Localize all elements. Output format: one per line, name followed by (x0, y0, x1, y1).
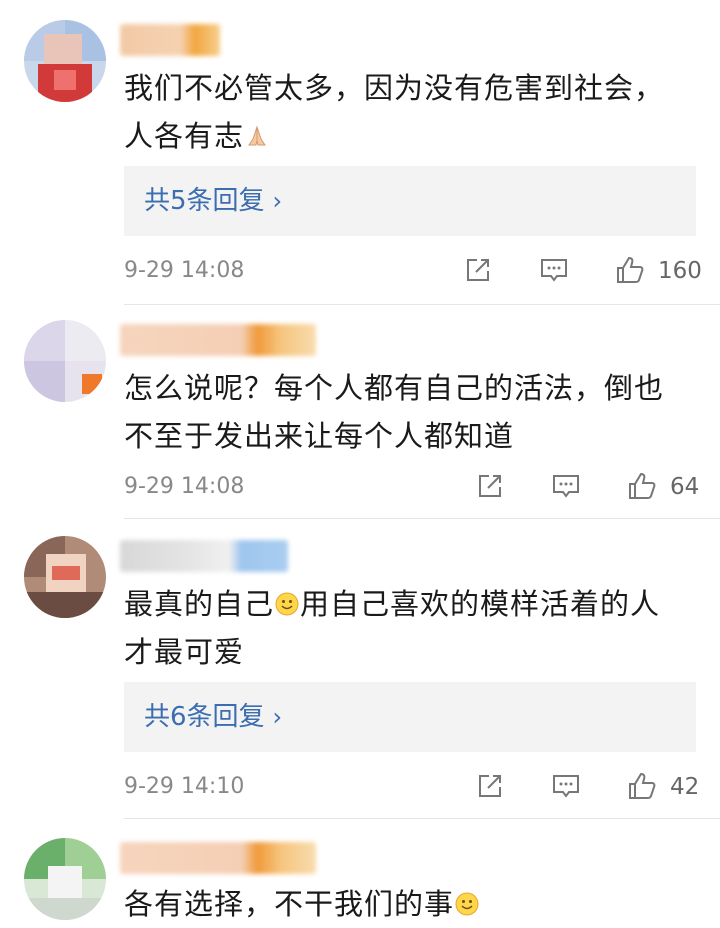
comment-text: 最真的自己 用自己喜欢的模样活着的人才最可爱 (124, 580, 684, 676)
like-count: 42 (670, 774, 700, 800)
avatar[interactable] (24, 536, 106, 618)
username-blurred[interactable] (120, 540, 288, 572)
comment-text-content: 怎么说呢？每个人都有自己的活法，倒也不至于发出来让每个人都知道 (124, 371, 665, 453)
divider (124, 304, 720, 305)
chevron-right-icon: › (272, 703, 283, 731)
divider (124, 518, 720, 519)
smile-emoji (274, 591, 300, 617)
like-count: 64 (670, 474, 700, 500)
avatar[interactable] (24, 20, 106, 102)
thumbs-up-icon[interactable] (614, 254, 646, 286)
username-blurred[interactable] (120, 324, 316, 356)
username-blurred[interactable] (120, 842, 316, 874)
view-replies-link[interactable]: 共6条回复 › (144, 698, 282, 736)
like-count: 160 (658, 258, 702, 284)
reply-count-label: 共6条回复 (144, 702, 265, 732)
view-replies-link[interactable]: 共5条回复 › (144, 182, 282, 220)
comment-text-before: 最真的自己 (124, 587, 275, 621)
share-icon[interactable] (474, 770, 506, 802)
thumbs-up-icon[interactable] (626, 770, 658, 802)
comment-text: 各有选择，不干我们的事 (124, 880, 684, 928)
comment-icon[interactable] (538, 254, 570, 286)
smile-emoji (454, 891, 480, 917)
comment-icon[interactable] (550, 770, 582, 802)
comment-icon[interactable] (550, 470, 582, 502)
share-icon[interactable] (462, 254, 494, 286)
comment-text-content: 各有选择，不干我们的事 (124, 887, 455, 921)
comment-meta: 9-29 14:08 160 (124, 254, 702, 290)
divider (124, 818, 720, 819)
username-blurred[interactable] (120, 24, 220, 56)
chevron-right-icon: › (272, 187, 283, 215)
comment-text: 我们不必管太多，因为没有危害到社会，人各有志 (124, 64, 684, 160)
comment-text: 怎么说呢？每个人都有自己的活法，倒也不至于发出来让每个人都知道 (124, 364, 684, 460)
timestamp: 9-29 14:08 (124, 258, 245, 283)
avatar[interactable] (24, 838, 106, 920)
reply-summary[interactable]: 共6条回复 › (124, 682, 696, 752)
reply-count-label: 共5条回复 (144, 186, 265, 216)
timestamp: 9-29 14:08 (124, 474, 245, 499)
comment-text-content: 我们不必管太多，因为没有危害到社会，人各有志 (124, 71, 665, 153)
thumbs-up-icon[interactable] (626, 470, 658, 502)
comment-meta: 9-29 14:10 42 (124, 770, 700, 806)
timestamp: 9-29 14:10 (124, 774, 245, 799)
folded-hands-emoji (244, 123, 270, 149)
reply-summary[interactable]: 共5条回复 › (124, 166, 696, 236)
avatar[interactable] (24, 320, 106, 402)
comment-meta: 9-29 14:08 64 (124, 470, 700, 506)
share-icon[interactable] (474, 470, 506, 502)
